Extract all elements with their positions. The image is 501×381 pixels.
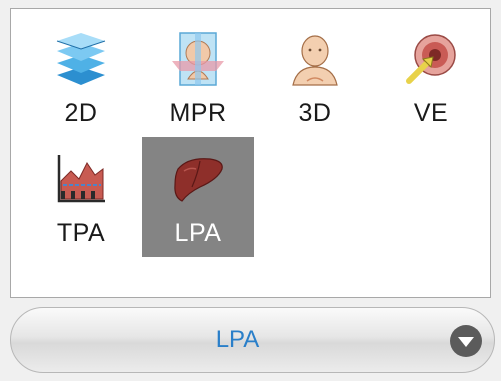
- tool-label: 2D: [64, 99, 98, 127]
- tool-palette: 2D MPR 3D VE TPA LPA: [10, 8, 491, 298]
- mpr-head-icon: [172, 32, 224, 86]
- tool-3d-button[interactable]: 3D: [259, 17, 371, 137]
- tool-label: MPR: [169, 99, 227, 127]
- tool-label: VE: [413, 99, 449, 127]
- tool-label: LPA: [174, 219, 222, 247]
- tool-ve-button[interactable]: VE: [375, 17, 487, 137]
- tool-label: 3D: [298, 99, 332, 127]
- tool-mpr-button[interactable]: MPR: [142, 17, 254, 137]
- tool-label: TPA: [56, 219, 106, 247]
- layout-selector-dropdown[interactable]: LPA: [10, 307, 495, 373]
- liver-icon: [174, 158, 223, 202]
- tpa-chart-icon: [57, 155, 105, 203]
- selected-value: LPA: [215, 326, 260, 353]
- app-window: 2D MPR 3D VE TPA LPA LPA: [0, 0, 501, 381]
- tool-lpa-button[interactable]: LPA: [142, 137, 254, 257]
- 3d-head-icon: [292, 35, 338, 86]
- virtual-endoscopy-icon: [406, 34, 456, 84]
- chevron-down-icon[interactable]: [449, 324, 483, 358]
- tool-tpa-button[interactable]: TPA: [25, 137, 137, 257]
- tool-2d-button[interactable]: 2D: [25, 17, 137, 137]
- layers-icon: [56, 33, 106, 85]
